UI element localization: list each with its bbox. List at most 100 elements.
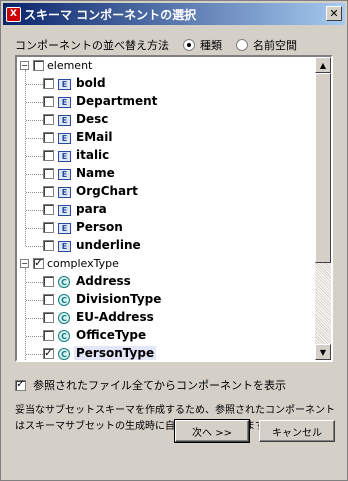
show-referenced-option[interactable]: 参照されたファイル全てからコンポーネントを表示	[15, 377, 286, 393]
element-icon: E	[58, 187, 71, 198]
app-icon: X	[6, 6, 21, 22]
element-icon: E	[58, 169, 71, 180]
tree-item[interactable]: Eitalic	[17, 147, 315, 165]
item-checkbox[interactable]	[43, 186, 54, 197]
show-referenced-checkbox[interactable]	[15, 379, 26, 391]
tree-branch	[26, 138, 43, 139]
element-icon: E	[58, 205, 71, 216]
element-icon: E	[58, 79, 71, 90]
tree-branch	[26, 174, 43, 175]
item-checkbox[interactable]	[43, 96, 54, 107]
tree-item[interactable]: C PersonType	[17, 345, 315, 360]
tree-item[interactable]: E Person	[17, 219, 315, 237]
tree-item-label[interactable]: OrgChart	[76, 184, 138, 198]
component-tree[interactable]: − element Ebold E Department E Desc E EMail Eital…	[15, 55, 333, 362]
tree-item[interactable]: E EMail	[17, 129, 315, 147]
item-checkbox[interactable]	[43, 204, 54, 215]
item-checkbox[interactable]	[43, 150, 54, 161]
tree-branch	[26, 300, 43, 301]
sort-by-type-radio[interactable]	[183, 39, 195, 51]
tree-item[interactable]: C OfficeType	[17, 327, 315, 345]
element-icon: E	[58, 97, 71, 108]
scroll-up-button[interactable]: ▲	[315, 57, 331, 73]
item-checkbox[interactable]	[43, 294, 54, 305]
tree-branch	[26, 228, 43, 229]
tree-item-label[interactable]: EU-Address	[76, 310, 154, 324]
element-icon: E	[58, 151, 71, 162]
tree-branch	[26, 282, 43, 283]
tree-item-label[interactable]: italic	[76, 148, 109, 162]
tree-scrollbar[interactable]: ▲ ▼	[315, 57, 331, 360]
tree-group-label: element	[47, 59, 93, 72]
tree-item[interactable]: E Desc	[17, 111, 315, 129]
collapse-icon[interactable]: −	[20, 61, 29, 70]
tree-item[interactable]: E Name	[17, 165, 315, 183]
item-checkbox[interactable]	[43, 222, 54, 233]
tree-branch	[26, 192, 43, 193]
item-checkbox[interactable]	[43, 132, 54, 143]
tree-item[interactable]: E OrgChart	[17, 183, 315, 201]
tree-branch	[26, 336, 43, 337]
tree-branch	[26, 84, 43, 85]
tree-item-label[interactable]: Address	[76, 274, 131, 288]
tree-item-label[interactable]: underline	[76, 238, 141, 252]
tree-item[interactable]: C DivisionType	[17, 291, 315, 309]
complextype-icon: C	[58, 276, 70, 288]
tree-item-label[interactable]: OfficeType	[76, 328, 146, 342]
complextype-icon: C	[58, 312, 70, 324]
element-icon: E	[58, 133, 71, 144]
tree-group-label: complexType	[47, 257, 119, 270]
item-checkbox[interactable]	[43, 330, 54, 341]
tree-item-label[interactable]: DivisionType	[76, 292, 161, 306]
item-checkbox[interactable]	[43, 312, 54, 323]
tree-item-label[interactable]: Department	[76, 94, 157, 108]
title-bar: X スキーマ コンポーネントの選択 ✕	[3, 3, 345, 25]
sort-by-namespace-label[interactable]: 名前空間	[253, 37, 297, 53]
complextype-icon: C	[58, 330, 70, 342]
element-icon: E	[58, 115, 71, 126]
element-icon: E	[58, 223, 71, 234]
window-title: スキーマ コンポーネントの選択	[24, 7, 197, 22]
tree-item[interactable]: Epara	[17, 201, 315, 219]
tree-item-label[interactable]: PersonType	[74, 346, 157, 360]
tree-branch	[26, 102, 43, 103]
tree-item-label[interactable]: Person	[76, 220, 123, 234]
item-checkbox[interactable]	[43, 348, 54, 359]
tree-item[interactable]: Ebold	[17, 75, 315, 93]
tree-item[interactable]: C Address	[17, 273, 315, 291]
tree-item[interactable]: E Department	[17, 93, 315, 111]
tree-item-label[interactable]: Name	[76, 166, 115, 180]
tree-branch	[26, 246, 43, 247]
element-icon: E	[58, 241, 71, 252]
item-checkbox[interactable]	[43, 114, 54, 125]
item-checkbox[interactable]	[43, 78, 54, 89]
cancel-button[interactable]: キャンセル	[259, 420, 335, 442]
group-checkbox[interactable]	[33, 258, 44, 269]
close-button[interactable]: ✕	[326, 6, 342, 21]
tree-branch	[26, 210, 43, 211]
sort-by-type-label[interactable]: 種類	[200, 37, 222, 53]
sort-label: コンポーネントの並べ替え方法	[15, 39, 169, 52]
sort-by-namespace-radio[interactable]	[236, 39, 248, 51]
tree-item-label[interactable]: EMail	[76, 130, 112, 144]
item-checkbox[interactable]	[43, 168, 54, 179]
tree-item-label[interactable]: Desc	[76, 112, 108, 126]
group-checkbox[interactable]	[33, 60, 44, 71]
tree-item[interactable]: Eunderline	[17, 237, 315, 255]
tree-item-label[interactable]: bold	[76, 76, 106, 90]
item-checkbox[interactable]	[43, 240, 54, 251]
scroll-down-button[interactable]: ▼	[315, 344, 331, 360]
show-referenced-label[interactable]: 参照されたファイル全てからコンポーネントを表示	[33, 377, 286, 393]
tree-item-label[interactable]: para	[76, 202, 107, 216]
schema-component-dialog: X スキーマ コンポーネントの選択 ✕ コンポーネントの並べ替え方法 種類 名前…	[0, 0, 348, 481]
tree-group-complexType[interactable]: − complexType	[17, 255, 315, 273]
sort-options: コンポーネントの並べ替え方法 種類 名前空間	[15, 37, 311, 53]
tree-branch	[26, 120, 43, 121]
tree-group-element[interactable]: − element	[17, 57, 315, 75]
complextype-icon: C	[58, 294, 70, 306]
item-checkbox[interactable]	[43, 276, 54, 287]
collapse-icon[interactable]: −	[20, 259, 29, 268]
scroll-thumb[interactable]	[315, 73, 331, 263]
tree-item[interactable]: C EU-Address	[17, 309, 315, 327]
next-button[interactable]: 次へ >>	[174, 419, 250, 443]
